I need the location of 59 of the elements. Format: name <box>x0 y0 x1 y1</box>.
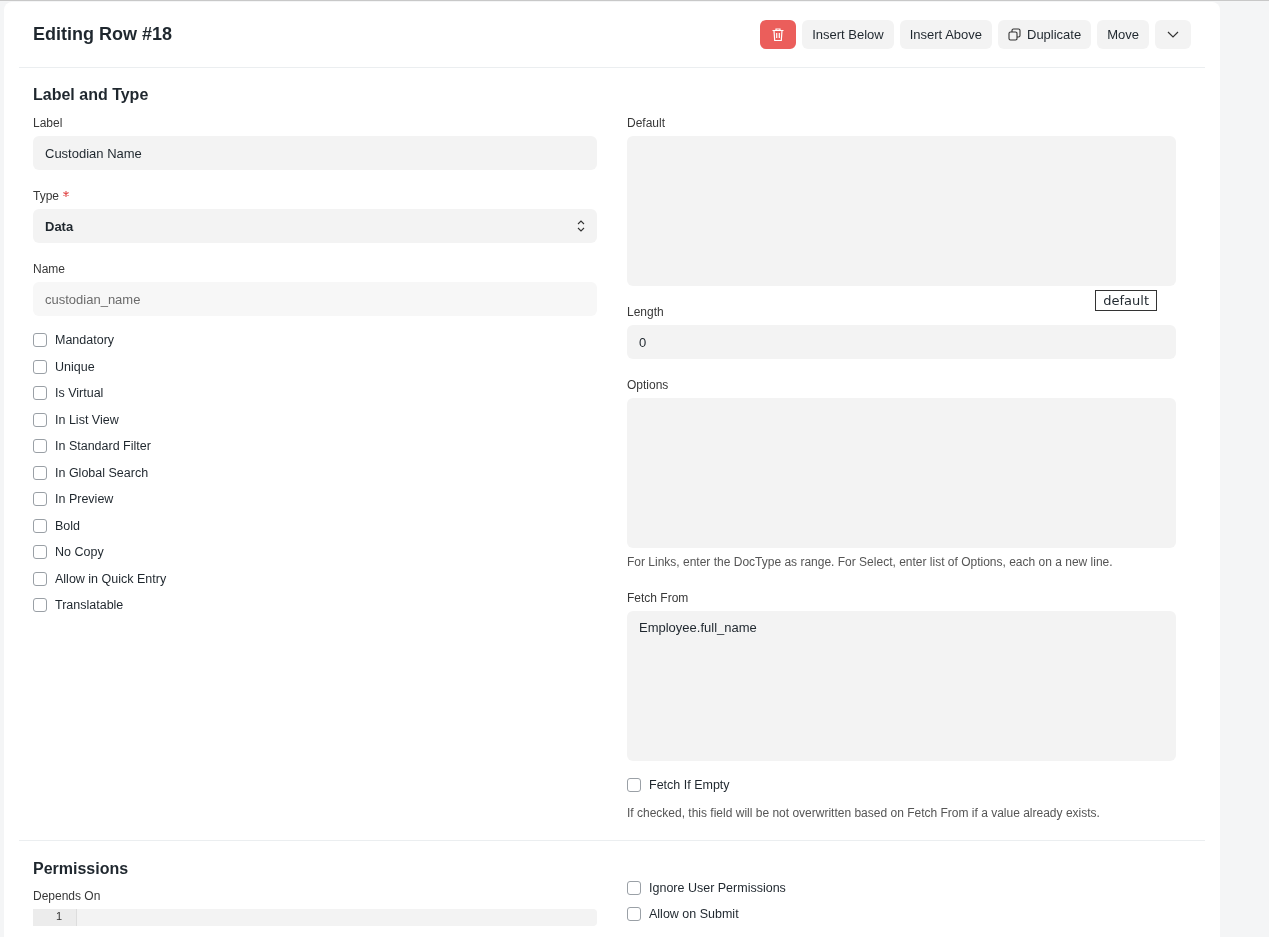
checkbox[interactable] <box>33 386 47 401</box>
checkbox[interactable] <box>33 412 47 427</box>
help-text: For Links, enter the DocType as range. For Select, enter list of Options, each on a new line. <box>627 555 1114 569</box>
action-button[interactable]: Insert Below <box>802 20 894 49</box>
checkbox[interactable] <box>33 598 47 613</box>
checkbox-label: In Preview <box>55 492 114 507</box>
checkbox[interactable] <box>33 333 47 348</box>
field-label: Default <box>627 116 667 130</box>
checkbox-label: Is Virtual <box>55 386 104 401</box>
field-label: Name <box>33 262 66 276</box>
checkbox-label: In Global Search <box>55 465 149 480</box>
field-label: Type <box>33 189 59 203</box>
checkbox[interactable] <box>33 518 47 533</box>
checkbox-label: Unique <box>55 359 95 374</box>
field-label: Fetch From <box>627 591 690 605</box>
section-title: Permissions <box>33 859 130 878</box>
checkbox-label: Translatable <box>55 598 124 613</box>
action-button[interactable]: Insert Above <box>899 20 992 49</box>
checkbox[interactable] <box>33 492 47 507</box>
name-input[interactable]: custodian_name <box>33 282 597 316</box>
checkbox[interactable] <box>33 571 47 586</box>
field-label: Length <box>627 305 665 319</box>
field-label: Depends On <box>33 888 102 903</box>
checkbox[interactable] <box>627 880 641 895</box>
checkbox[interactable] <box>33 439 47 454</box>
length-input[interactable]: 0 <box>627 325 1176 359</box>
chevron-down-icon <box>1167 31 1179 38</box>
fetch-from-textarea[interactable]: Employee.full_name <box>627 611 1176 761</box>
field-label: Label <box>33 116 64 130</box>
checkbox-label: Ignore User Permissions <box>649 880 786 895</box>
duplicate-button[interactable]: Duplicate <box>998 20 1092 49</box>
up-down-caret-icon <box>577 220 585 232</box>
checkbox[interactable] <box>627 906 641 921</box>
checkbox-label: Allow on Submit <box>649 906 739 921</box>
checkbox-label: In List View <box>55 412 119 427</box>
section-title: Label and Type <box>33 86 150 104</box>
checkbox-label: In Standard Filter <box>55 439 151 454</box>
checkbox[interactable] <box>33 359 47 374</box>
tooltip: default <box>1095 290 1157 311</box>
line-number: 1 <box>55 909 62 922</box>
checkbox-label: No Copy <box>55 545 104 560</box>
checkbox-label: Allow in Quick Entry <box>55 571 167 586</box>
action-button[interactable]: Move <box>1097 20 1149 49</box>
checkbox-label: Mandatory <box>55 333 115 348</box>
help-text: If checked, this field will be not overwritten based on Fetch From if a value already exists. <box>627 805 1101 820</box>
trash-icon <box>771 27 786 42</box>
copy-icon <box>1008 28 1021 41</box>
code-editor[interactable]: 1 <box>33 908 597 926</box>
checkbox-label: Fetch If Empty <box>649 778 730 793</box>
more-button[interactable] <box>1155 20 1191 49</box>
delete-button[interactable] <box>760 20 797 49</box>
label-input[interactable]: Custodian Name <box>33 136 597 170</box>
dialog-title: Editing Row #18 <box>33 24 173 45</box>
type-select[interactable]: Data <box>33 209 597 243</box>
checkbox[interactable] <box>33 545 47 560</box>
checkbox[interactable] <box>33 465 47 480</box>
checkbox[interactable] <box>627 778 641 793</box>
field-label: Options <box>627 378 670 392</box>
checkbox-label: Bold <box>55 518 81 533</box>
